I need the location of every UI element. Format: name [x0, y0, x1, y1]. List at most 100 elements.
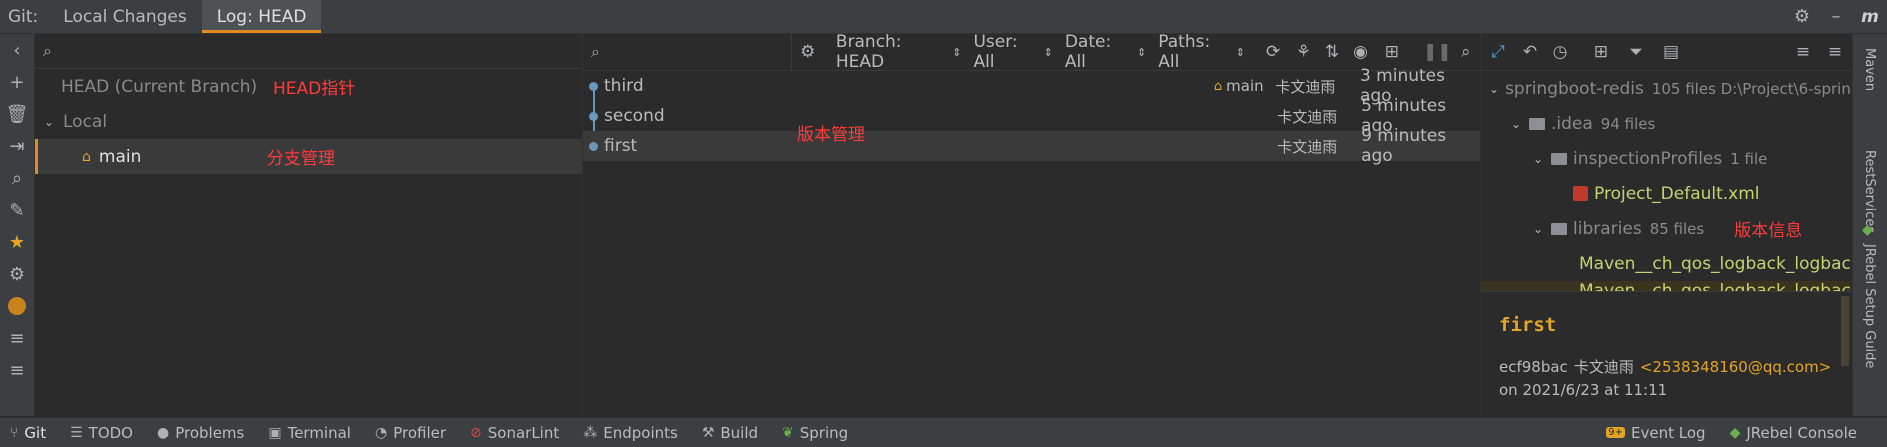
changes-tree: ⌄ springboot-redis 105 files D:\Project\…	[1481, 71, 1851, 291]
commit-row-third[interactable]: third ⌂ main 卡文迪雨 3 minutes ago	[583, 66, 1480, 106]
git-prefix-label: Git:	[8, 6, 39, 27]
head-current-branch-item[interactable]: HEAD (Current Branch) HEAD指针	[35, 69, 582, 104]
status-spring[interactable]: ❦ Spring	[782, 424, 848, 442]
collapse-all-icon[interactable]: ≡	[1819, 42, 1851, 62]
search-icon[interactable]: ⌕	[1452, 42, 1481, 62]
folder-icon	[1551, 152, 1567, 165]
filter-icon[interactable]: ⏷	[1621, 42, 1651, 62]
search-icon: ⌕	[591, 42, 600, 61]
event-log-icon: 9+	[1606, 427, 1626, 438]
status-event-log[interactable]: 9+ Event Log	[1606, 424, 1706, 442]
status-git[interactable]: ⑂ Git	[10, 424, 46, 442]
commit-email-link[interactable]: <2538348160@qq.com>	[1640, 358, 1831, 376]
gear-icon[interactable]: ⚙	[1785, 0, 1819, 33]
add-icon[interactable]: +	[0, 66, 34, 98]
group-by-icon[interactable]: ⊞	[1581, 42, 1621, 62]
right-tool-strip: Maven RestServices ◆ JRebel Setup Guide	[1852, 34, 1887, 416]
sort-icon: ⇕	[1235, 45, 1245, 59]
expand-all-icon[interactable]: ≡	[0, 322, 34, 354]
chevron-down-icon: ⌄	[1533, 151, 1544, 166]
status-problems-label: Problems	[175, 423, 245, 442]
local-group-label: Local	[63, 111, 108, 132]
branch-item-main[interactable]: ⌂ main 分支管理	[35, 139, 582, 174]
collapse-all-icon[interactable]: ≡	[0, 354, 34, 386]
status-profiler[interactable]: ◔ Profiler	[375, 424, 446, 442]
tree-item-maven-file-1[interactable]: Maven__ch_qos_logback_logback_cla	[1481, 246, 1851, 281]
merge-icon[interactable]: ⇥	[0, 130, 34, 162]
tree-item-idea[interactable]: ⌄ .idea 94 files	[1481, 106, 1851, 141]
tag-icon: ⌂	[82, 148, 91, 165]
status-jrebel-console[interactable]: ◆ JRebel Console	[1730, 424, 1857, 442]
tree-item-root[interactable]: ⌄ springboot-redis 105 files D:\Project\…	[1481, 71, 1851, 106]
commit-row-first[interactable]: first 卡文迪雨 9 minutes ago	[583, 126, 1480, 166]
endpoints-icon: ⁂	[583, 424, 598, 441]
status-jrebel-console-label: JRebel Console	[1746, 423, 1857, 442]
left-toolbar: ‹ + 🗑 ⇥ ⌕ ✎ ★ ⚙ ≡ ≡	[0, 34, 35, 416]
delete-icon[interactable]: 🗑	[0, 98, 34, 130]
local-group[interactable]: ⌄ Local	[35, 104, 582, 139]
sort-icon: ⇕	[1043, 45, 1053, 59]
new-tab-icon[interactable]: ⊞	[1375, 42, 1409, 62]
commit-ref-label: main	[1226, 77, 1264, 95]
paths-filter-dropdown[interactable]: Paths: All	[1158, 32, 1233, 72]
eye-icon[interactable]: ◉	[1346, 42, 1375, 62]
maven-logo-icon: m	[1861, 6, 1879, 27]
commit-author: 卡文迪雨	[1275, 77, 1336, 96]
branch-search-field[interactable]: ⌕	[35, 34, 582, 69]
expand-all-icon[interactable]: ≡	[1787, 42, 1819, 62]
status-sonarlint[interactable]: ⊘ SonarLint	[470, 424, 559, 442]
log-search-field[interactable]: ⌕	[583, 34, 792, 70]
status-todo[interactable]: ☰ TODO	[70, 424, 133, 442]
collapse-left-icon[interactable]: ‹	[0, 34, 34, 66]
cherry-pick-icon[interactable]: ⚘	[1289, 42, 1318, 62]
pause-icon[interactable]: ❚❚	[1423, 42, 1452, 62]
status-terminal[interactable]: ▣ Terminal	[268, 424, 351, 442]
diff-icon[interactable]: ⤢	[1481, 42, 1515, 62]
tree-maven-file-2: Maven__ch_qos_logback_logback_co	[1579, 281, 1851, 291]
tab-log-head[interactable]: Log: HEAD	[201, 0, 322, 33]
layout-icon[interactable]: ▤	[1651, 42, 1691, 62]
commit-row-second[interactable]: second 卡文迪雨 5 minutes ago	[583, 96, 1480, 136]
chevron-down-icon: ⌄	[43, 114, 55, 129]
commit-message: third	[604, 76, 644, 96]
tab-local-changes[interactable]: Local Changes	[48, 0, 201, 33]
edit-icon[interactable]: ✎	[0, 194, 34, 226]
commit-node	[589, 82, 598, 91]
sonarlint-icon: ⊘	[470, 424, 482, 441]
xml-file-icon	[1573, 186, 1588, 201]
maven-tool-tab[interactable]: Maven	[1862, 48, 1877, 91]
rest-services-tool-tab[interactable]: RestServices	[1862, 150, 1877, 233]
libraries-annotation: 版本信息	[1734, 221, 1803, 241]
revert-icon[interactable]: ↶	[1515, 42, 1545, 62]
commit-node	[589, 142, 598, 151]
commit-details-author: 卡文迪雨	[1573, 358, 1634, 376]
settings-icon[interactable]: ⚙	[0, 258, 34, 290]
status-problems[interactable]: ● Problems	[157, 424, 244, 442]
status-sonarlint-label: SonarLint	[487, 423, 560, 442]
refresh-icon[interactable]: ⟳	[1257, 42, 1289, 62]
details-scrollbar[interactable]	[1841, 296, 1849, 366]
settings-icon[interactable]: ⚙	[792, 42, 824, 62]
tree-item-project-default[interactable]: Project_Default.xml	[1481, 176, 1851, 211]
tree-project-default-name: Project_Default.xml	[1594, 183, 1760, 204]
date-filter-dropdown[interactable]: Date: All	[1065, 32, 1134, 72]
tree-item-inspection-profiles[interactable]: ⌄ inspectionProfiles 1 file	[1481, 141, 1851, 176]
minimize-icon[interactable]: –	[1819, 0, 1853, 33]
status-build[interactable]: ⚒ Build	[702, 424, 758, 442]
sort-icon: ⇕	[1137, 45, 1147, 59]
top-tab-bar: Git: Local Changes Log: HEAD ⚙ – m	[0, 0, 1887, 34]
branch-filter-dropdown[interactable]: Branch: HEAD	[836, 32, 949, 72]
tree-item-maven-file-2[interactable]: Maven__ch_qos_logback_logback_co	[1481, 281, 1851, 291]
jrebel-setup-guide-tool-tab[interactable]: JRebel Setup Guide	[1862, 244, 1877, 368]
sort-icon[interactable]: ⇅	[1318, 42, 1347, 62]
group-by-directory-icon[interactable]	[0, 290, 34, 322]
star-icon[interactable]: ★	[0, 226, 34, 258]
search-icon[interactable]: ⌕	[0, 162, 34, 194]
tree-item-libraries[interactable]: ⌄ libraries 85 files 版本信息	[1481, 211, 1851, 246]
folder-icon	[1551, 222, 1567, 235]
status-endpoints[interactable]: ⁂ Endpoints	[583, 424, 678, 442]
history-icon[interactable]: ◷	[1545, 42, 1575, 62]
user-filter-dropdown[interactable]: User: All	[973, 32, 1040, 72]
commit-time: 9 minutes ago	[1361, 126, 1447, 166]
list-icon: ☰	[70, 424, 83, 441]
